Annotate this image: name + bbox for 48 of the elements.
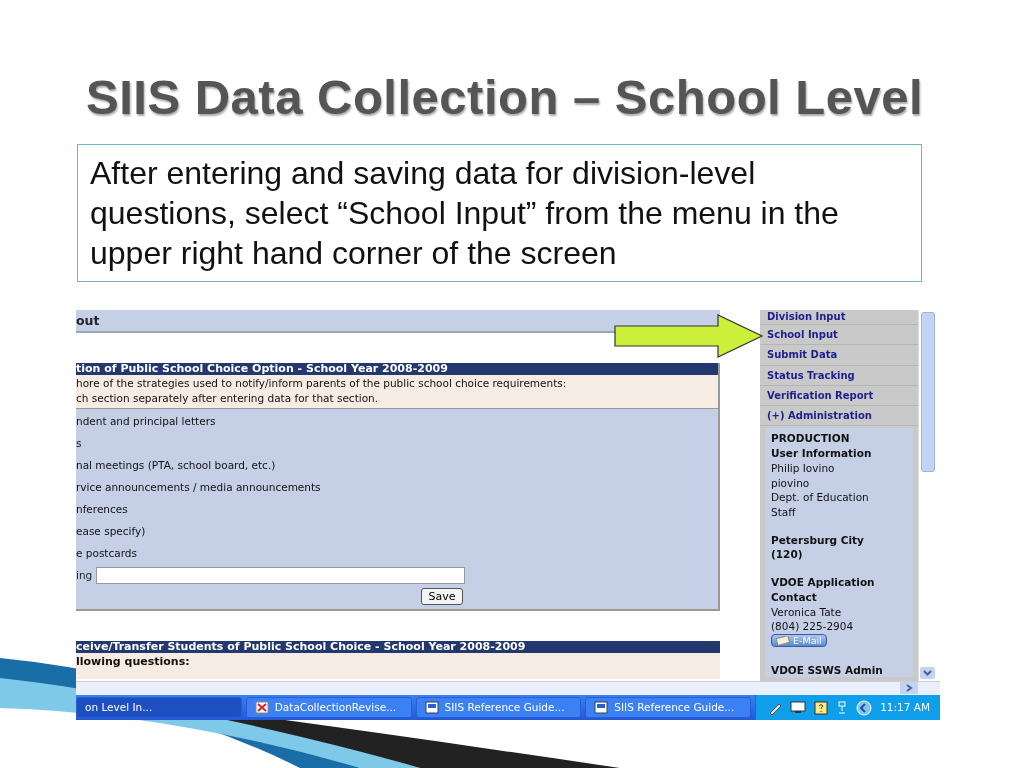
info-text: (804) 225-2904 <box>771 619 855 634</box>
envelope-icon <box>776 635 790 645</box>
option-label: s <box>76 437 82 449</box>
instruction-text: llowing questions: <box>76 654 191 669</box>
scroll-right-icon[interactable] <box>900 682 918 694</box>
instruction-text: hore of the strategies used to notify/inform parents of the public school choice requirements: <box>76 376 568 391</box>
option-label: nal meetings (PTA, school board, etc.) <box>76 459 276 471</box>
save-button[interactable]: Save <box>421 588 463 605</box>
text-field[interactable] <box>96 567 466 584</box>
info-text: Staff <box>771 505 797 520</box>
option-label: e postcards <box>76 547 137 559</box>
expand-tray-icon[interactable] <box>856 699 873 716</box>
clock-text: 11:17 AM <box>880 699 930 715</box>
info-text: Contact <box>771 589 818 605</box>
slide-title: SIIS Data Collection – School Level <box>86 72 925 122</box>
option-label: ease specify) <box>76 525 146 537</box>
taskbar-button[interactable]: SIIS Reference Guide... <box>415 697 582 718</box>
info-text: piovino <box>771 475 811 491</box>
option-label: nferences <box>76 503 128 515</box>
taskbar-button[interactable]: on Level In... <box>76 697 242 718</box>
info-text: User Information <box>771 446 873 461</box>
monitor-icon[interactable] <box>790 701 807 714</box>
document-icon <box>594 701 609 714</box>
info-text: PRODUCTION <box>771 431 851 447</box>
document-icon <box>254 701 269 714</box>
document-icon <box>424 701 439 714</box>
taskbar-button[interactable]: DataCollectionRevise... <box>245 697 412 718</box>
section-title: tion of Public School Choice Option - School Year 2008-2009 <box>76 363 718 375</box>
help-icon[interactable] <box>814 700 829 715</box>
info-text: VDOE SSWS Admin <box>771 662 884 678</box>
scroll-down-icon[interactable] <box>920 667 935 679</box>
info-text: VDOE Application <box>771 575 876 590</box>
section-title: ceive/Transfer Students of Public School Choice - School Year 2008-2009 <box>76 641 720 653</box>
option-label: rvice announcements / media announcements <box>76 481 321 493</box>
horizontal-scrollbar[interactable] <box>76 681 940 695</box>
page-heading: out <box>76 310 720 333</box>
instruction-text: ch section separately after entering data for that section. <box>76 391 380 406</box>
info-text: Philip Iovino <box>771 460 836 476</box>
option-label: ndent and principal letters <box>76 415 216 427</box>
info-text: (120) <box>771 547 804 563</box>
taskbar-button[interactable]: SIIS Reference Guide... <box>585 697 752 718</box>
info-text: Veronica Tate <box>771 604 843 620</box>
vertical-scrollbar[interactable] <box>918 310 937 681</box>
info-text: Petersburg City <box>771 532 865 548</box>
info-text: Dept. of Education <box>771 490 870 505</box>
field-label: ing <box>76 567 93 583</box>
menu-link[interactable]: Division Input <box>760 310 918 325</box>
callout-text: After entering and saving data for division-level questions, select “School Input” from the menu in the upper right hand corner of the screen <box>77 144 922 282</box>
